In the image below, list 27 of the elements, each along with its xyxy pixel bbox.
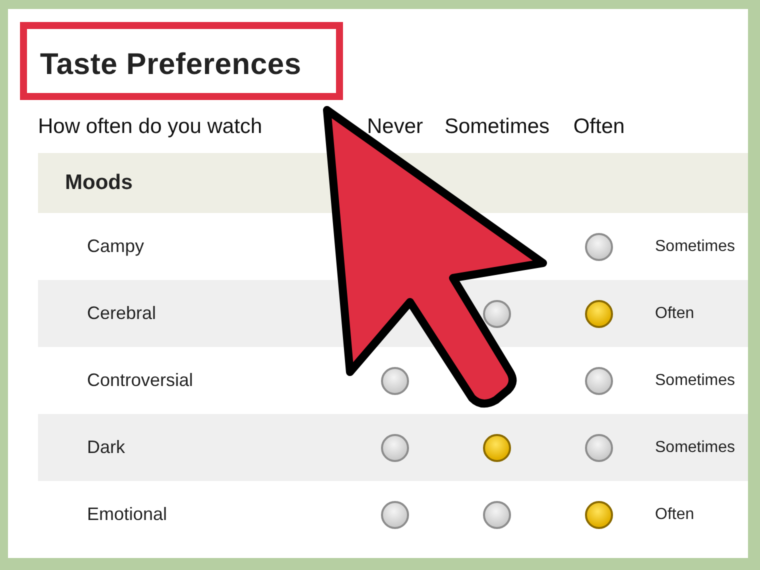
- mood-label: Emotional: [86, 504, 168, 525]
- mood-label: Campy: [86, 236, 144, 257]
- question-label: How often do you watch: [38, 115, 262, 139]
- column-header: Sometimes: [444, 115, 550, 139]
- radio-button[interactable]: [483, 300, 511, 328]
- answer-text: Sometimes: [654, 372, 736, 390]
- radio-button[interactable]: [585, 232, 613, 260]
- radio-button[interactable]: [381, 434, 409, 462]
- radio-button[interactable]: [483, 434, 511, 462]
- radio-button[interactable]: [585, 434, 613, 462]
- answer-text: Often: [654, 304, 694, 322]
- section-title: Moods: [65, 171, 133, 195]
- answer-text: Sometimes: [654, 238, 736, 256]
- radio-button[interactable]: [585, 500, 613, 528]
- mood-label: Controversial: [86, 370, 194, 391]
- mood-label: Dark: [86, 437, 126, 458]
- radio-button[interactable]: [585, 300, 613, 328]
- radio-button[interactable]: [381, 500, 409, 528]
- page-title: Taste Preferences: [40, 48, 302, 82]
- answer-text: Often: [654, 506, 694, 524]
- radio-button[interactable]: [381, 366, 409, 394]
- answer-text: Sometimes: [654, 438, 736, 456]
- mood-label: Cerebral: [86, 303, 156, 324]
- radio-button[interactable]: [585, 366, 613, 394]
- column-header: Never: [366, 115, 424, 139]
- column-header: Often: [573, 115, 625, 139]
- radio-button[interactable]: [483, 500, 511, 528]
